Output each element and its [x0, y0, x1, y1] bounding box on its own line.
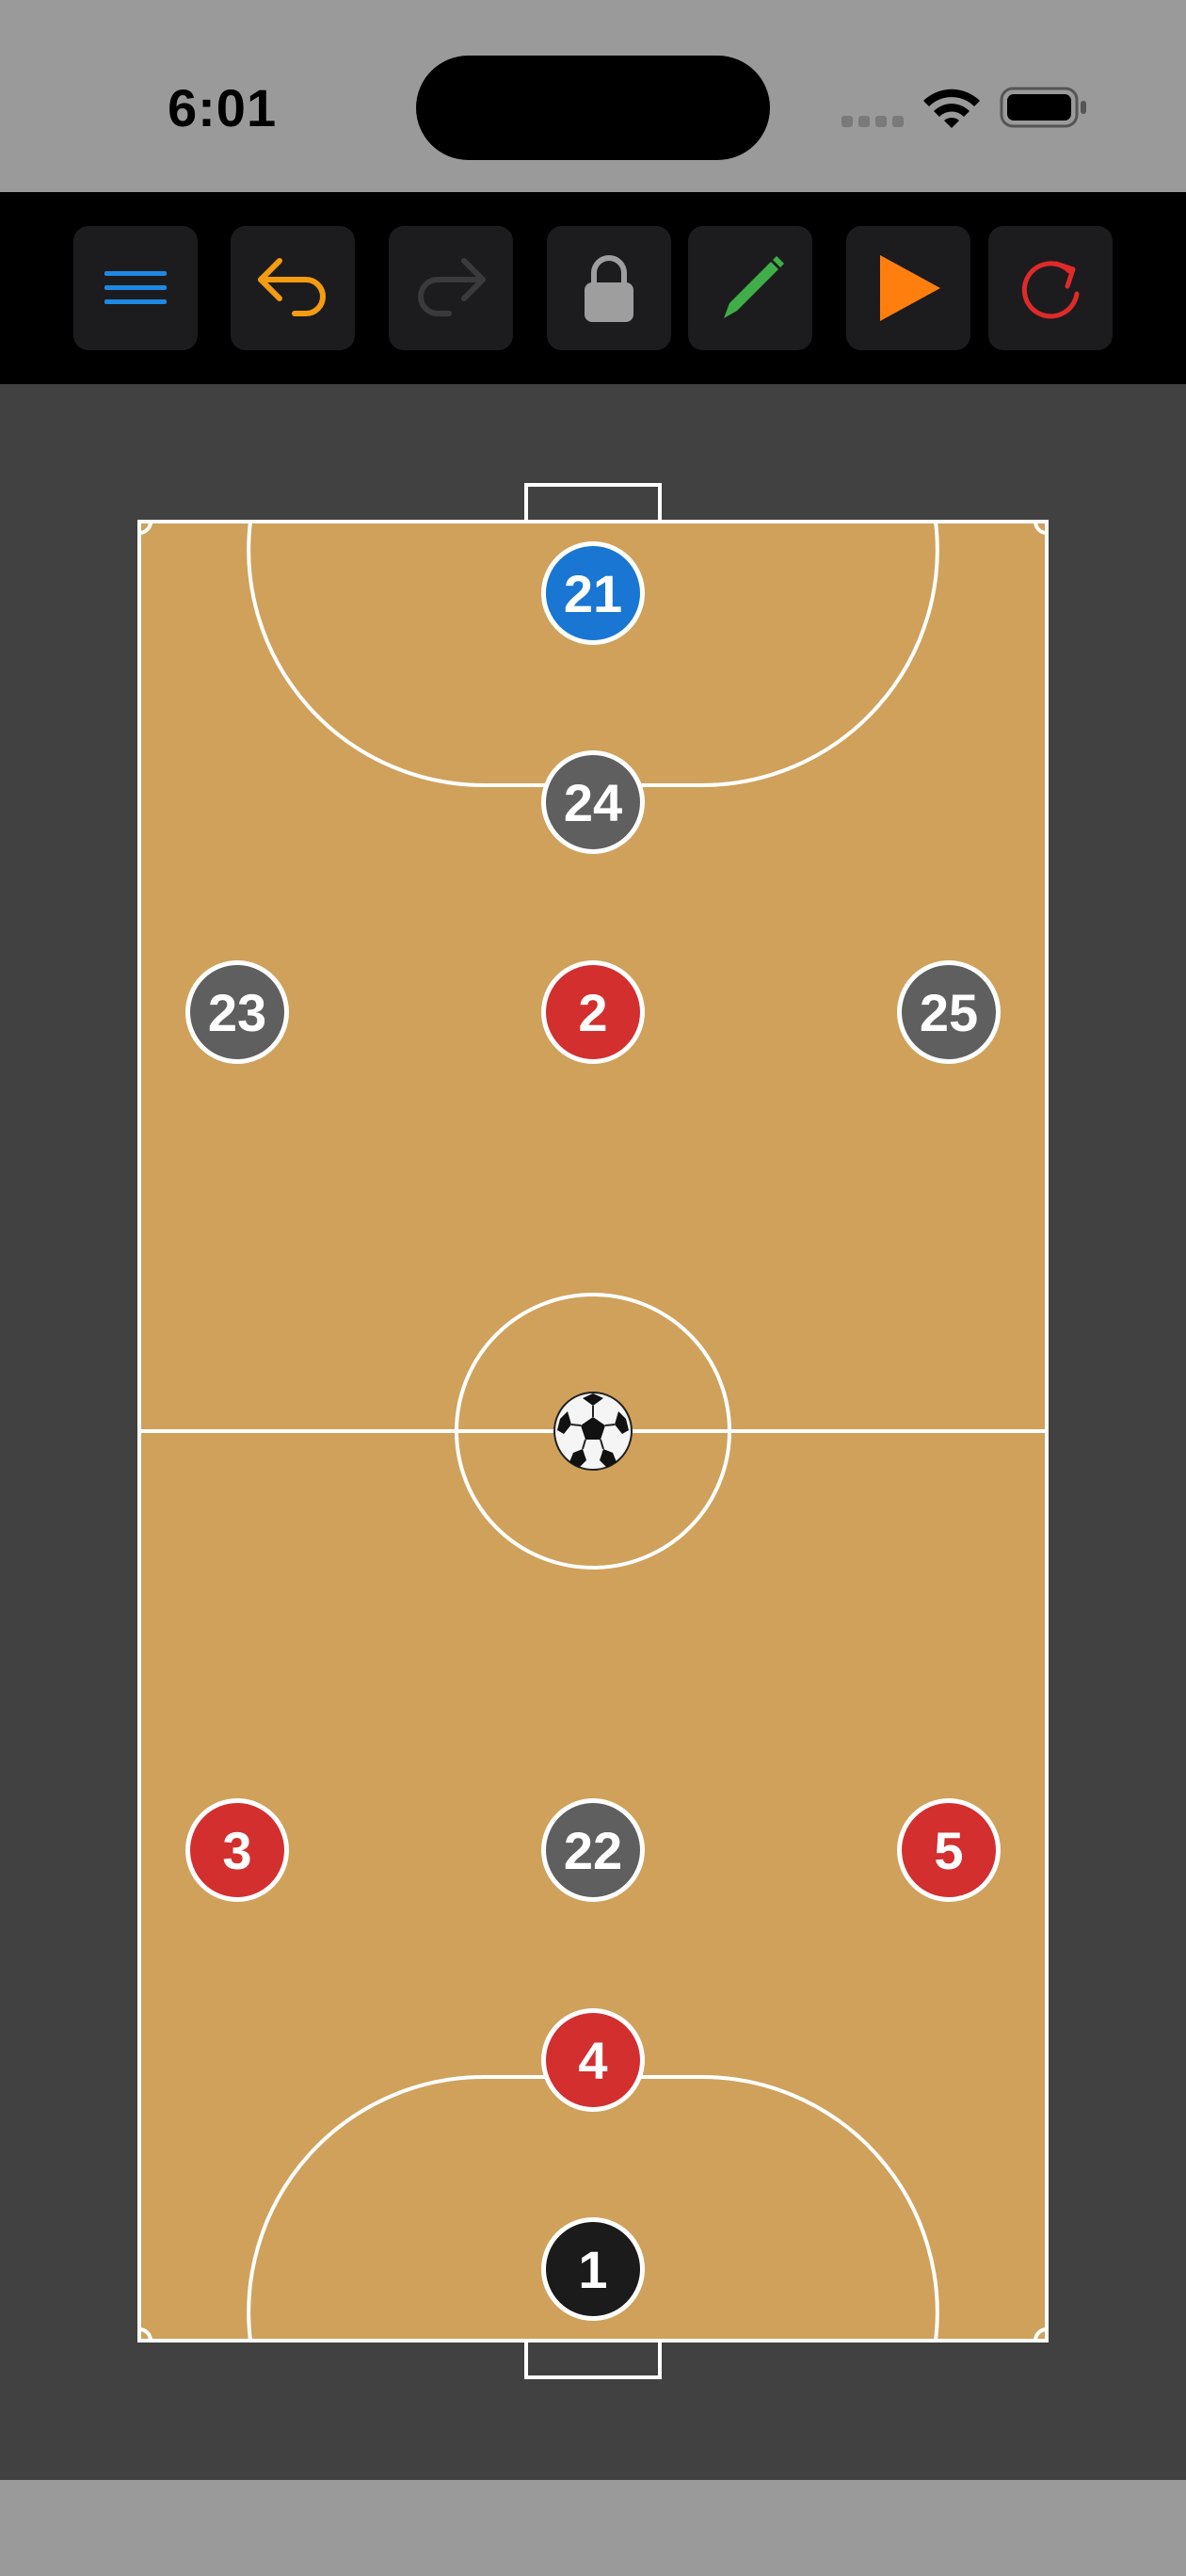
player-token-1[interactable]: 1 — [541, 2217, 645, 2321]
draw-button[interactable] — [688, 226, 812, 350]
player-token-4[interactable]: 4 — [541, 2008, 645, 2112]
player-token-22[interactable]: 22 — [541, 1798, 645, 1902]
status-time: 6:01 — [168, 78, 278, 137]
battery-icon — [1000, 87, 1086, 128]
player-token-2[interactable]: 2 — [541, 960, 645, 1064]
menu-button[interactable] — [73, 226, 198, 350]
player-token-24[interactable]: 24 — [541, 750, 645, 854]
soccer-ball-icon[interactable] — [553, 1391, 633, 1472]
player-token-3[interactable]: 3 — [185, 1798, 289, 1902]
reset-button[interactable] — [988, 226, 1113, 350]
lock-button[interactable] — [547, 226, 671, 350]
dynamic-island — [416, 56, 770, 160]
bottom-goal — [524, 2339, 662, 2379]
lock-icon — [585, 255, 633, 322]
play-icon — [880, 255, 940, 321]
undo-arrow-icon — [258, 258, 326, 316]
refresh-icon — [1021, 261, 1080, 319]
status-bar: 6:01 — [0, 0, 1186, 192]
pencil-icon — [724, 256, 784, 318]
player-token-25[interactable]: 25 — [897, 960, 1001, 1064]
redo-arrow-icon — [418, 258, 486, 316]
redo-button[interactable] — [389, 226, 513, 350]
signal-dots-icon — [841, 116, 904, 127]
play-button[interactable] — [846, 226, 970, 350]
player-token-5[interactable]: 5 — [897, 1798, 1001, 1902]
top-goal — [524, 483, 662, 523]
player-token-21[interactable]: 21 — [541, 541, 645, 645]
hamburger-menu-icon — [104, 271, 167, 304]
player-token-23[interactable]: 23 — [185, 960, 289, 1064]
wifi-icon — [923, 89, 980, 128]
toolbar — [0, 192, 1186, 384]
undo-button[interactable] — [231, 226, 355, 350]
